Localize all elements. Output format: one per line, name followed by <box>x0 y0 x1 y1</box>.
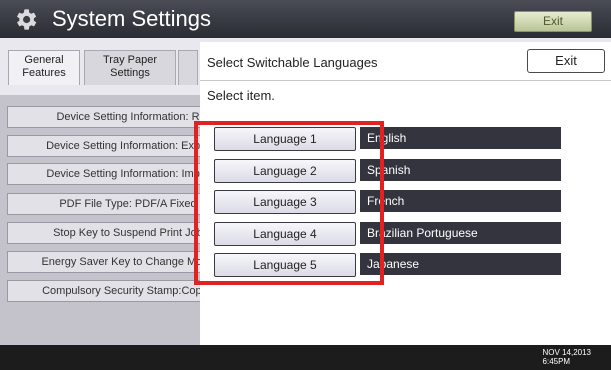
tab-general-features[interactable]: General Features <box>8 50 80 85</box>
date-time-display: NOV 14,2013 6:45PM <box>543 348 591 366</box>
language-3-value: French <box>360 190 561 212</box>
header-bar: System Settings Exit <box>0 0 611 38</box>
tab-label-line2: Settings <box>110 67 150 79</box>
tab-label-line1: General <box>24 54 64 66</box>
page-title: System Settings <box>52 6 211 31</box>
dialog-title: Select Switchable Languages <box>207 55 378 70</box>
tab-label-line1: Tray Paper <box>102 54 157 66</box>
gear-icon <box>16 9 37 30</box>
dialog-titlebar: Select Switchable Languages Exit <box>200 42 611 81</box>
language-2-value: Spanish <box>360 159 561 181</box>
dialog-exit-button[interactable]: Exit <box>527 49 605 73</box>
language-3-button[interactable]: Language 3 <box>214 190 356 214</box>
language-4-button[interactable]: Language 4 <box>214 222 356 246</box>
tab-tray-paper-settings[interactable]: Tray Paper Settings <box>84 50 176 85</box>
screen: System Settings Exit General Features Tr… <box>0 0 611 370</box>
language-5-button[interactable]: Language 5 <box>214 253 356 277</box>
tab-partial[interactable] <box>178 50 198 85</box>
language-1-value: English <box>360 127 561 149</box>
tab-label-line2: Features <box>22 67 66 79</box>
language-1-button[interactable]: Language 1 <box>214 127 356 151</box>
settings-list: Device Setting Information: R Device Set… <box>0 95 249 345</box>
time-text: 6:45PM <box>542 357 571 366</box>
language-2-button[interactable]: Language 2 <box>214 159 356 183</box>
header-exit-button[interactable]: Exit <box>514 11 592 32</box>
status-bar: NOV 14,2013 6:45PM <box>0 345 611 370</box>
language-5-value: Japanese <box>360 253 561 275</box>
language-dialog: Select Switchable Languages Exit Select … <box>194 42 611 345</box>
date-text: NOV 14,2013 <box>542 348 591 357</box>
dialog-instruction: Select item. <box>207 88 275 103</box>
language-4-value: Brazilian Portuguese <box>360 222 561 244</box>
